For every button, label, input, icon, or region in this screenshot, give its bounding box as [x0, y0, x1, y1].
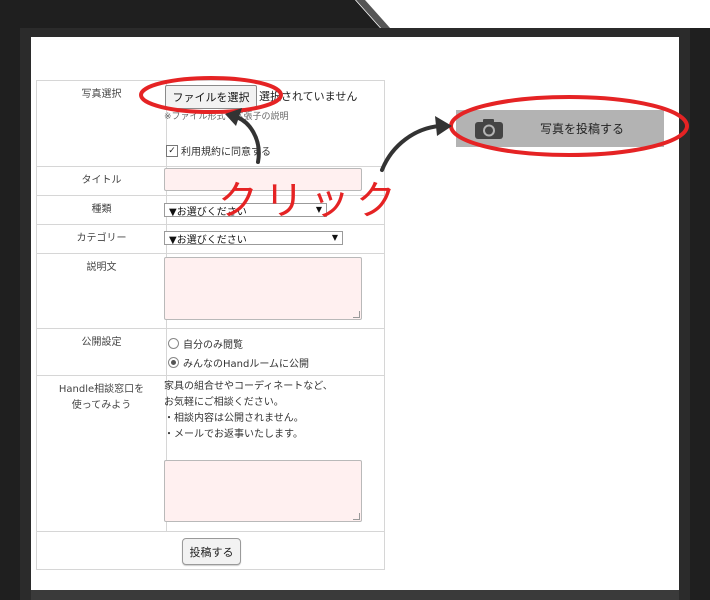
- arrow-to-post-button: [380, 124, 442, 172]
- bezel-bottom: [31, 590, 679, 600]
- annotation-overlay: [139, 76, 689, 172]
- file-button-highlight-ellipse: [139, 76, 283, 114]
- post-button-highlight-ellipse: [449, 95, 689, 157]
- arrowhead-icon: [435, 116, 452, 136]
- click-annotation: クリック: [218, 178, 402, 224]
